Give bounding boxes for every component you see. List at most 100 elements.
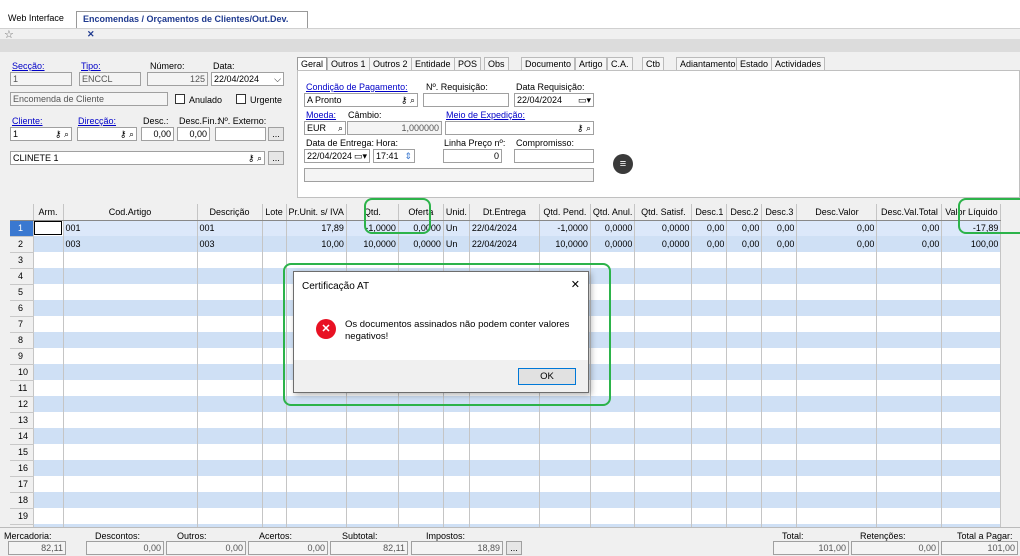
- table-cell[interactable]: [63, 300, 198, 316]
- table-row[interactable]: 15: [10, 444, 1002, 461]
- nreq-field[interactable]: [423, 93, 509, 107]
- table-cell[interactable]: [941, 492, 1002, 508]
- table-cell[interactable]: [726, 460, 763, 476]
- table-cell[interactable]: [691, 492, 728, 508]
- table-cell[interactable]: [634, 284, 693, 300]
- table-cell[interactable]: [796, 412, 878, 428]
- table-cell[interactable]: [726, 316, 763, 332]
- table-cell[interactable]: [726, 396, 763, 412]
- table-cell[interactable]: [539, 428, 591, 444]
- table-cell[interactable]: [634, 332, 693, 348]
- table-cell[interactable]: [33, 268, 64, 284]
- table-cell[interactable]: [796, 316, 878, 332]
- table-cell[interactable]: [691, 380, 728, 396]
- column-header[interactable]: Descrição: [197, 204, 263, 221]
- table-cell[interactable]: [634, 348, 693, 364]
- table-cell[interactable]: [33, 236, 64, 252]
- table-cell[interactable]: [691, 364, 728, 380]
- table-cell[interactable]: [286, 476, 347, 492]
- table-cell[interactable]: [262, 220, 287, 236]
- table-cell[interactable]: 17,89: [286, 220, 347, 236]
- table-cell[interactable]: [726, 380, 763, 396]
- column-header[interactable]: Arm.: [33, 204, 64, 221]
- table-cell[interactable]: [33, 508, 64, 524]
- table-cell[interactable]: [63, 316, 198, 332]
- tab-pos[interactable]: POS: [454, 57, 482, 70]
- moeda-label[interactable]: Moeda:: [306, 110, 336, 120]
- table-cell[interactable]: [634, 268, 693, 284]
- table-cell[interactable]: [33, 492, 64, 508]
- table-cell[interactable]: [346, 412, 399, 428]
- tipo-label[interactable]: Tipo:: [81, 61, 101, 71]
- table-cell[interactable]: [469, 508, 540, 524]
- table-cell[interactable]: [197, 380, 263, 396]
- table-cell[interactable]: [63, 252, 198, 268]
- close-icon[interactable]: ✕: [571, 278, 580, 291]
- table-cell[interactable]: [262, 252, 287, 268]
- table-cell[interactable]: [941, 268, 1002, 284]
- table-cell[interactable]: [33, 460, 64, 476]
- table-cell[interactable]: [398, 444, 444, 460]
- column-header[interactable]: Lote: [262, 204, 287, 221]
- table-cell[interactable]: [634, 380, 693, 396]
- table-cell[interactable]: [398, 492, 444, 508]
- table-cell[interactable]: [346, 444, 399, 460]
- table-cell[interactable]: [941, 428, 1002, 444]
- table-cell[interactable]: [398, 460, 444, 476]
- table-cell[interactable]: [197, 508, 263, 524]
- table-cell[interactable]: [726, 268, 763, 284]
- table-cell[interactable]: [796, 444, 878, 460]
- table-cell[interactable]: [262, 460, 287, 476]
- table-cell[interactable]: [197, 348, 263, 364]
- column-header[interactable]: Qtd. Pend.: [539, 204, 591, 221]
- table-cell[interactable]: [262, 428, 287, 444]
- table-cell[interactable]: 0,00: [761, 236, 798, 252]
- compromisso-field[interactable]: [514, 149, 594, 163]
- table-cell[interactable]: [33, 396, 64, 412]
- column-header[interactable]: [10, 204, 34, 221]
- table-cell[interactable]: [197, 428, 263, 444]
- calendar-icon[interactable]: ▭▾: [578, 94, 591, 106]
- table-cell[interactable]: [726, 444, 763, 460]
- table-cell[interactable]: [590, 476, 636, 492]
- spinner-icon[interactable]: ⇕: [404, 150, 412, 162]
- data-field[interactable]: 22/04/2024 ⌵: [211, 72, 284, 86]
- table-cell[interactable]: [63, 492, 198, 508]
- table-cell[interactable]: [539, 492, 591, 508]
- table-cell[interactable]: [63, 284, 198, 300]
- table-cell[interactable]: 22/04/2024: [469, 220, 540, 236]
- table-cell[interactable]: [941, 508, 1002, 524]
- table-cell[interactable]: [726, 428, 763, 444]
- linha-preco-field[interactable]: 0: [443, 149, 502, 163]
- column-header[interactable]: Unid.: [443, 204, 470, 221]
- table-cell[interactable]: [443, 412, 470, 428]
- table-cell[interactable]: [876, 476, 943, 492]
- table-row[interactable]: 2 003 003 10,00 10,0000 0,0000 Un 22/04/2024 10,…: [10, 236, 1002, 253]
- table-cell[interactable]: [726, 332, 763, 348]
- column-header[interactable]: Desc.Val.Total: [876, 204, 943, 221]
- table-cell[interactable]: [761, 364, 798, 380]
- table-cell[interactable]: [634, 252, 693, 268]
- table-cell[interactable]: [590, 412, 636, 428]
- table-cell[interactable]: 0,00: [726, 220, 763, 236]
- table-cell[interactable]: [262, 236, 287, 252]
- table-cell[interactable]: [761, 252, 798, 268]
- table-cell[interactable]: [726, 492, 763, 508]
- table-cell[interactable]: [876, 380, 943, 396]
- table-cell[interactable]: [286, 428, 347, 444]
- table-cell[interactable]: [634, 396, 693, 412]
- table-cell[interactable]: [63, 428, 198, 444]
- table-cell[interactable]: [761, 428, 798, 444]
- seccao-label[interactable]: Secção:: [12, 61, 45, 71]
- table-cell[interactable]: 0,00: [691, 220, 728, 236]
- table-cell[interactable]: Un: [443, 236, 470, 252]
- table-cell[interactable]: [796, 252, 878, 268]
- table-cell[interactable]: [469, 460, 540, 476]
- table-cell[interactable]: [634, 300, 693, 316]
- table-cell[interactable]: [796, 396, 878, 412]
- nexterno-button[interactable]: ...: [268, 127, 284, 141]
- tipo-field[interactable]: ENCCL: [79, 72, 141, 86]
- table-cell[interactable]: [876, 268, 943, 284]
- table-cell[interactable]: [691, 284, 728, 300]
- table-cell[interactable]: [691, 316, 728, 332]
